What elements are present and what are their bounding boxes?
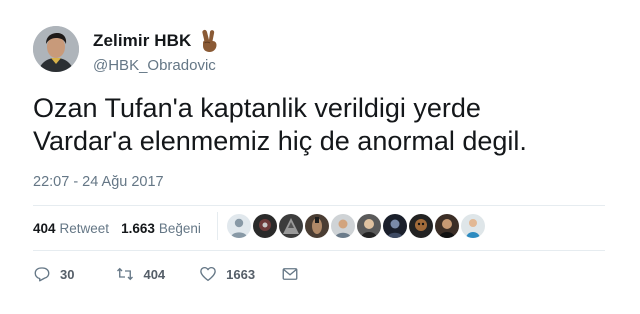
retweet-button[interactable]: 404 xyxy=(116,265,165,283)
retweet-count: 404 xyxy=(143,266,166,282)
author-display-name[interactable]: Zelimir HBK xyxy=(93,31,191,51)
liker-avatar[interactable] xyxy=(357,214,381,238)
like-button[interactable]: 1663 xyxy=(199,265,255,283)
tweet-timestamp[interactable]: 22:07 - 24 Ağu 2017 xyxy=(33,174,164,190)
like-count: 1663 xyxy=(226,266,256,282)
reply-count: 30 xyxy=(60,266,75,282)
liker-avatar[interactable] xyxy=(409,214,433,238)
liker-avatar[interactable] xyxy=(331,214,355,238)
likes-count[interactable]: 1.663 xyxy=(121,221,155,236)
envelope-icon xyxy=(282,268,298,280)
retweets-count[interactable]: 404 xyxy=(33,221,56,236)
author-block: Zelimir HBK @HBK_Obradovic xyxy=(93,29,221,74)
reply-icon xyxy=(34,267,50,282)
author-handle[interactable]: @HBK_Obradovic xyxy=(93,57,221,74)
retweet-icon xyxy=(117,267,134,281)
tweet-line-1: Ozan Tufan'a kaptanlik verildigi yerde xyxy=(33,93,481,123)
victory-hand-icon xyxy=(199,29,221,53)
tweet-actions: 30 404 1663 xyxy=(33,265,299,283)
liker-avatar[interactable] xyxy=(435,214,459,238)
tweet-stats: 404 Retweet 1.663 Beğeni xyxy=(33,221,201,236)
stats-separator xyxy=(217,212,218,240)
author-avatar[interactable] xyxy=(33,26,79,72)
liker-avatar[interactable] xyxy=(279,214,303,238)
likers-avatars xyxy=(227,214,487,238)
divider-bottom xyxy=(33,250,605,251)
liker-avatar[interactable] xyxy=(383,214,407,238)
divider-top xyxy=(33,205,605,206)
liker-avatar[interactable] xyxy=(227,214,251,238)
tweet-text: Ozan Tufan'a kaptanlik verildigi yerde V… xyxy=(33,92,623,158)
tweet-line-2: Vardar'a elenmemiz hiç de anormal degil. xyxy=(33,126,527,156)
avatar-image xyxy=(33,26,79,72)
direct-message-button[interactable] xyxy=(281,265,299,283)
liker-avatar[interactable] xyxy=(461,214,485,238)
reply-button[interactable]: 30 xyxy=(33,265,74,283)
liker-avatar[interactable] xyxy=(305,214,329,238)
likes-label[interactable]: Beğeni xyxy=(159,221,201,236)
heart-icon xyxy=(200,266,216,282)
liker-avatar[interactable] xyxy=(253,214,277,238)
retweets-label[interactable]: Retweet xyxy=(60,221,110,236)
